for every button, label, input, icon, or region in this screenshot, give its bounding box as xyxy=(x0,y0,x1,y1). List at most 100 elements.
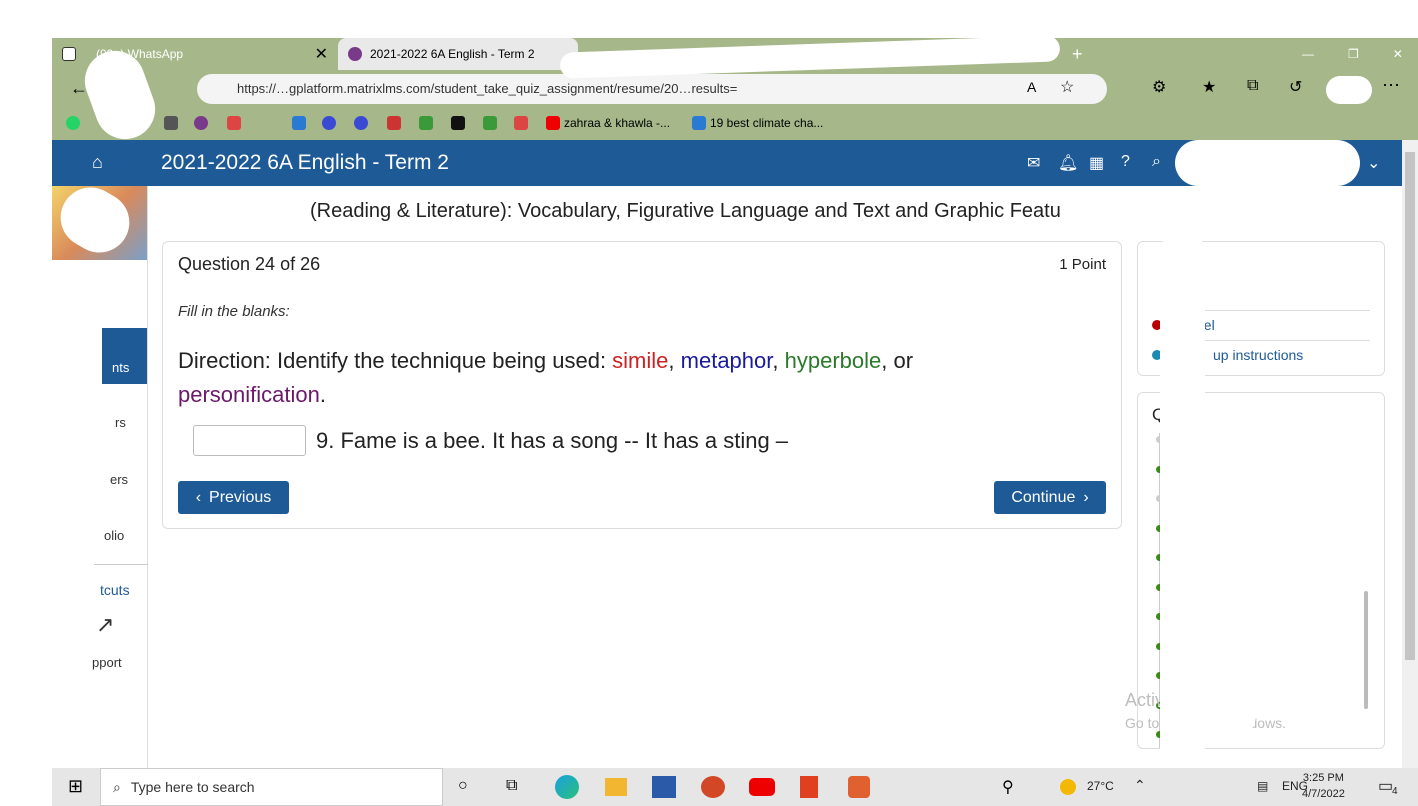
nav-item[interactable]: rs xyxy=(115,415,126,430)
word-icon[interactable] xyxy=(652,776,676,798)
answer-blank-input[interactable] xyxy=(193,425,306,456)
pdf-bookmark-icon[interactable] xyxy=(387,116,401,130)
nav-divider xyxy=(94,564,148,565)
matrix-bookmark-icon[interactable] xyxy=(194,116,208,130)
term-personification: personification xyxy=(178,382,320,407)
file-explorer-icon[interactable] xyxy=(605,778,627,796)
c2-bookmark-icon[interactable] xyxy=(354,116,368,130)
question-card: Question 24 of 26 1 Point Fill in the bl… xyxy=(162,241,1122,529)
separator: , or xyxy=(881,348,914,373)
help-icon[interactable]: ? xyxy=(1121,153,1130,171)
cortana-icon[interactable]: ○ xyxy=(458,777,468,795)
external-link-icon[interactable]: ↗ xyxy=(96,612,114,638)
bookmarks-bar: zahraa & khawla -... 19 best climate cha… xyxy=(52,108,1418,140)
powerpoint-icon[interactable] xyxy=(701,776,725,798)
bing-bookmark-icon[interactable] xyxy=(292,116,306,130)
gmail2-bookmark-icon[interactable] xyxy=(514,116,528,130)
youtube-bookmark[interactable]: zahraa & khawla -... xyxy=(546,116,670,130)
windows-start-icon[interactable]: ⊞ xyxy=(68,776,83,797)
left-nav: nts rs ers olio tcuts ↗ pport xyxy=(52,186,148,768)
people-icon[interactable]: ⚲ xyxy=(1002,777,1014,797)
page-scrollbar-thumb[interactable] xyxy=(1405,152,1415,660)
close-icon[interactable]: ✕ xyxy=(315,44,328,64)
drive-bookmark-icon[interactable] xyxy=(419,116,433,130)
nav-item[interactable]: olio xyxy=(104,528,124,543)
favorites-icon[interactable]: ★ xyxy=(1202,77,1216,97)
question-points: 1 Point xyxy=(1059,256,1106,273)
bing-climate-bookmark[interactable]: 19 best climate cha... xyxy=(692,116,823,130)
bookmark-label: zahraa & khawla -... xyxy=(564,116,671,130)
taskbar: ⊞ ⌕ Type here to search ○ ⧉ ⚲ 27°C ⌃ ▤ E… xyxy=(52,768,1418,806)
search-icon[interactable]: ⌕ xyxy=(1152,153,1161,171)
gmail-bookmark-icon[interactable] xyxy=(227,116,241,130)
address-bar-row: ← https://…gplatform.matrixlms.com/stude… xyxy=(52,70,1418,108)
edge-icon[interactable] xyxy=(555,775,579,799)
whatsapp-bookmark-icon[interactable] xyxy=(66,116,80,130)
chevron-down-icon[interactable]: ⌄ xyxy=(1367,153,1380,173)
office-icon[interactable] xyxy=(800,776,818,798)
task-view-icon[interactable]: ⧉ xyxy=(506,777,517,795)
blank-row: 9. Fame is a bee. It has a song -- It ha… xyxy=(193,425,788,456)
weather-icon[interactable] xyxy=(1060,779,1076,795)
close-window-icon[interactable]: ✕ xyxy=(1393,47,1403,61)
nav-active-item[interactable]: nts xyxy=(102,328,147,384)
calendar-bookmark-icon[interactable] xyxy=(164,116,178,130)
notifications-icon[interactable]: ▭ xyxy=(1378,776,1393,796)
direction-end: . xyxy=(319,382,326,407)
history-icon[interactable]: ↺ xyxy=(1289,77,1302,97)
taskbar-search[interactable]: ⌕ Type here to search xyxy=(100,768,443,806)
page-scrollbar[interactable] xyxy=(1402,140,1418,768)
date: 4/7/2022 xyxy=(1302,788,1345,800)
snipping-tool-icon[interactable] xyxy=(848,776,870,798)
home-icon[interactable]: ⌂ xyxy=(92,152,103,173)
read-aloud-icon[interactable]: A xyxy=(1027,79,1036,95)
questions-scrollbar[interactable] xyxy=(1364,591,1368,709)
redaction-mark xyxy=(1326,76,1372,104)
url-field[interactable]: https://…gplatform.matrixlms.com/student… xyxy=(197,74,1107,104)
chevron-right-icon: › xyxy=(1083,488,1089,506)
drive2-bookmark-icon[interactable] xyxy=(483,116,497,130)
youtube-icon xyxy=(546,116,560,130)
continue-button[interactable]: Continue › xyxy=(994,481,1106,514)
support-link[interactable]: pport xyxy=(92,655,122,670)
search-placeholder: Type here to search xyxy=(130,779,255,795)
tab-english[interactable]: 2021-2022 6A English - Term 2 xyxy=(338,38,578,70)
tab-label: 2021-2022 6A English - Term 2 xyxy=(370,47,535,61)
chevron-left-icon: ‹ xyxy=(195,488,202,506)
redaction-mark xyxy=(1175,140,1360,186)
calendar-icon[interactable]: ▦ xyxy=(1089,153,1104,173)
bing-icon xyxy=(692,116,706,130)
new-tab-button[interactable]: + xyxy=(1062,38,1092,70)
collections-icon[interactable]: ⧉ xyxy=(1247,77,1258,95)
clock[interactable]: 3:25 PM 4/7/2022 xyxy=(1302,770,1345,802)
window-controls: — ❐ ✕ xyxy=(1292,38,1412,70)
previous-button[interactable]: ‹ Previous xyxy=(178,481,289,514)
url-text: https://…gplatform.matrixlms.com/student… xyxy=(237,81,738,96)
minimize-icon[interactable]: — xyxy=(1302,47,1314,61)
weather-temp[interactable]: 27°C xyxy=(1087,779,1114,793)
nav-item[interactable]: ers xyxy=(110,472,128,487)
extensions-icon[interactable]: ⚙ xyxy=(1152,77,1166,97)
favorite-icon[interactable]: ☆ xyxy=(1060,77,1074,97)
b-bookmark-icon[interactable] xyxy=(451,116,465,130)
course-title: 2021-2022 6A English - Term 2 xyxy=(161,151,449,174)
shortcuts-link[interactable]: tcuts xyxy=(100,582,130,598)
separator: , xyxy=(772,348,785,373)
mail-icon[interactable]: ✉ xyxy=(1027,153,1040,173)
bell-icon[interactable]: 🔔︎ xyxy=(1058,153,1078,173)
youtube-icon[interactable] xyxy=(749,778,775,796)
c-bookmark-icon[interactable] xyxy=(322,116,336,130)
chevron-up-icon[interactable]: ⌃ xyxy=(1134,777,1146,794)
keyboard-icon[interactable]: ▤ xyxy=(1257,779,1268,793)
more-icon[interactable]: ⋯ xyxy=(1382,75,1400,96)
popup-instructions-link[interactable]: up instructions xyxy=(1213,347,1303,363)
separator: , xyxy=(668,348,681,373)
notification-count: 4 xyxy=(1392,786,1398,797)
maximize-icon[interactable]: ❐ xyxy=(1348,47,1359,61)
term-simile: simile xyxy=(612,348,669,373)
time: 3:25 PM xyxy=(1302,772,1344,784)
window-icon xyxy=(62,47,76,61)
item-text: 9. Fame is a bee. It has a song -- It ha… xyxy=(316,427,789,453)
question-instruction: Fill in the blanks: xyxy=(178,303,290,320)
previous-label: Previous xyxy=(209,488,272,506)
